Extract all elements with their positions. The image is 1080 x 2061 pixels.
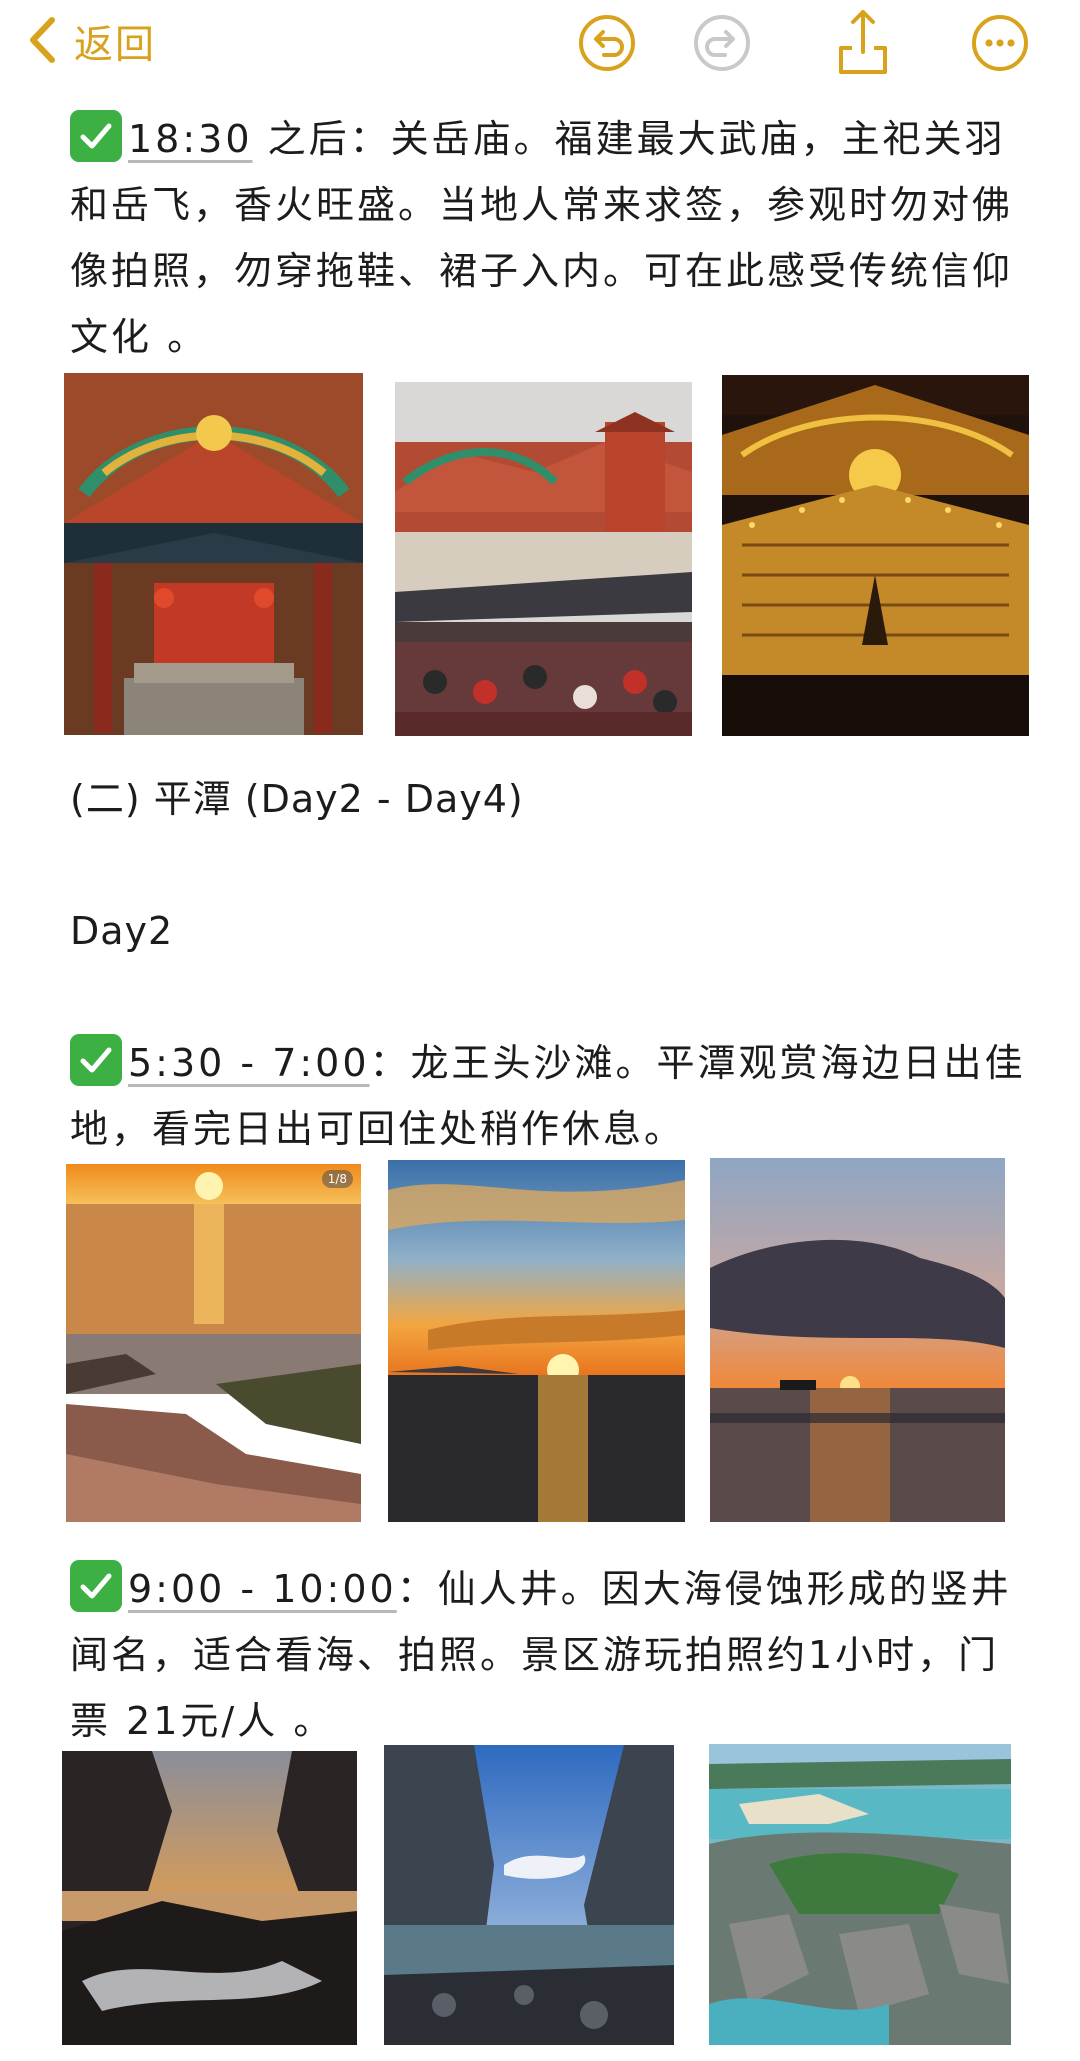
day-heading[interactable]: Day2	[70, 898, 173, 964]
sunrise-photo-2[interactable]	[388, 1160, 685, 1522]
temple-photo-1[interactable]	[64, 373, 363, 735]
check-mark-icon	[70, 110, 122, 162]
share-icon[interactable]	[832, 6, 894, 76]
temple-photo-3[interactable]	[722, 375, 1029, 736]
note-paragraph-xianrenjing[interactable]: 9:00 - 10:00：仙人井。因大海侵蚀形成的竖井闻名，适合看海、拍照。景区…	[70, 1556, 1030, 1754]
redo-icon[interactable]	[691, 12, 753, 74]
back-button[interactable]: 返回	[28, 16, 156, 68]
more-icon[interactable]	[969, 12, 1031, 74]
xianrenjing-photo-2[interactable]	[384, 1745, 674, 2045]
toolbar: 返回	[0, 0, 1080, 86]
time-range: 18:30	[128, 117, 253, 161]
check-mark-icon	[70, 1560, 122, 1612]
photo-count-badge: 1/8	[321, 1170, 353, 1188]
time-range: 9:00 - 10:00	[128, 1567, 397, 1611]
time-range: 5:30 - 7:00	[128, 1041, 370, 1085]
note-paragraph-guanyue-temple[interactable]: 18:30 之后：关岳庙。福建最大武庙，主祀关羽和岳飞，香火旺盛。当地人常来求签…	[70, 106, 1030, 370]
check-mark-icon	[70, 1034, 122, 1086]
chevron-left-icon	[28, 16, 56, 68]
note-paragraph-longwangtou-beach[interactable]: 5:30 - 7:00：龙王头沙滩。平潭观赏海边日出佳地，看完日出可回住处稍作休…	[70, 1030, 1030, 1162]
undo-icon[interactable]	[576, 12, 638, 74]
sunrise-photo-1[interactable]: 1/8	[66, 1164, 361, 1522]
section-heading[interactable]: (二) 平潭 (Day2 - Day4)	[70, 766, 524, 832]
back-label: 返回	[74, 23, 157, 68]
xianrenjing-photo-1[interactable]	[62, 1751, 357, 2045]
xianrenjing-photo-3[interactable]	[709, 1744, 1011, 2045]
sunrise-photo-3[interactable]	[710, 1158, 1005, 1522]
temple-photo-2[interactable]	[395, 382, 692, 736]
